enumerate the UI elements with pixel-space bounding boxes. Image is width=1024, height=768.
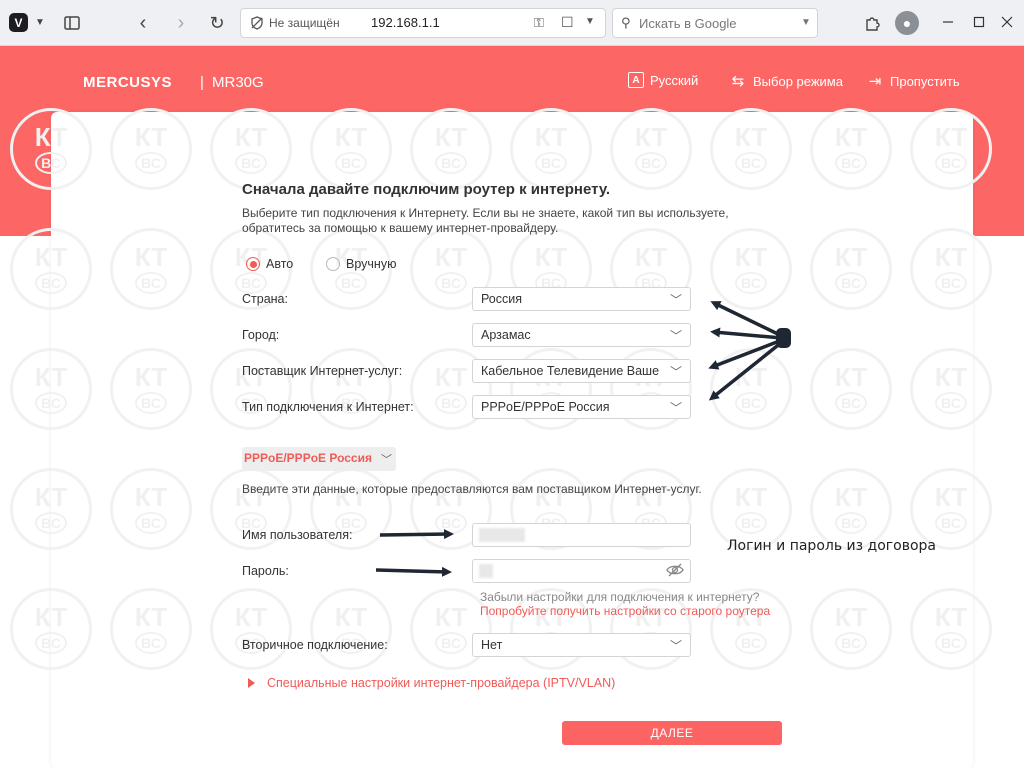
mode-select-link[interactable]: ⇆ Выбор режима — [729, 72, 843, 90]
profile-icon[interactable]: ● — [895, 11, 919, 35]
page-title: Сначала давайте подключим роутер к интер… — [242, 181, 611, 198]
password-label: Пароль: — [242, 564, 289, 578]
radio-auto-label: Авто — [266, 257, 294, 271]
secondary-select[interactable]: Нет ﹀ — [472, 633, 691, 657]
chevron-down-icon[interactable]: ▼ — [33, 12, 47, 32]
reload-icon[interactable]: ↻ — [206, 12, 228, 34]
exit-icon: ⇥ — [868, 73, 882, 90]
panel-icon[interactable] — [61, 12, 83, 34]
country-select[interactable]: Россия ﹀ — [472, 287, 691, 311]
shield-icon[interactable] — [249, 15, 265, 31]
isp-label: Поставщик Интернет-услуг: — [242, 364, 403, 378]
radio-manual-label: Вручную — [346, 257, 397, 271]
close-icon[interactable] — [998, 12, 1016, 32]
search-placeholder: Искать в Google — [639, 16, 737, 31]
city-value: Арзамас — [481, 328, 531, 342]
page-description: Выберите тип подключения к Интернету. Ес… — [242, 206, 729, 235]
swap-arrows-icon: ⇆ — [731, 73, 745, 90]
credentials-hint: Введите эти данные, которые предоставляю… — [242, 482, 702, 496]
password-field[interactable] — [472, 559, 691, 583]
extensions-icon[interactable] — [862, 12, 884, 34]
secondary-value: Нет — [481, 638, 503, 652]
chevron-down-icon: ﹀ — [669, 365, 682, 379]
triangle-right-icon — [248, 678, 255, 688]
chevron-down-icon[interactable]: ▼ — [801, 17, 811, 28]
maximize-icon[interactable] — [970, 12, 988, 32]
conn-type-badge-label: PPPoE/PPPoE Россия — [244, 451, 372, 465]
city-label: Город: — [242, 328, 280, 342]
key-icon[interactable]: ⚿ — [534, 15, 544, 31]
city-select[interactable]: Арзамас ﹀ — [472, 323, 691, 347]
isp-value: Кабельное Телевидение Ваше — [481, 364, 660, 378]
secondary-label: Вторичное подключение: — [242, 638, 388, 652]
conn-type-label: Тип подключения к Интернет: — [242, 400, 414, 414]
isp-select[interactable]: Кабельное Телевидение Ваше ﹀ — [472, 359, 691, 383]
forward-icon[interactable]: › — [170, 12, 192, 34]
redacted-username — [479, 528, 525, 542]
special-settings-link[interactable]: Специальные настройки интернет-провайдер… — [248, 676, 615, 690]
chevron-down-icon[interactable]: ▼ — [585, 16, 595, 27]
browser-toolbar: V ▼ ‹ › ↻ Не защищён 192.168.1.1 ⚿ ☐ ▼ ⚲… — [0, 0, 1024, 46]
language-link[interactable]: A Русский — [628, 72, 698, 88]
bookmark-icon[interactable]: ☐ — [561, 14, 574, 31]
conn-type-select[interactable]: PPPoE/PPPoE Россия ﹀ — [472, 395, 691, 419]
url-text[interactable]: 192.168.1.1 — [371, 15, 440, 30]
chevron-down-icon: ﹀ — [380, 454, 392, 466]
skip-link[interactable]: ⇥ Пропустить — [866, 72, 960, 90]
annotation-caption: Логин и пароль из договора — [727, 538, 936, 554]
radio-selected-icon[interactable] — [246, 257, 260, 271]
back-icon[interactable]: ‹ — [132, 12, 154, 34]
chevron-down-icon: ﹀ — [669, 293, 682, 307]
username-field[interactable] — [472, 523, 691, 547]
radio-auto[interactable]: Авто — [246, 257, 293, 271]
brand-logo: MERCUSYS — [83, 74, 173, 91]
forgot-settings-text: Забыли настройки для подключения к интер… — [480, 590, 760, 604]
conn-type-badge[interactable]: PPPoE/PPPoE Россия ﹀ — [242, 447, 396, 471]
next-button[interactable]: ДАЛЕЕ — [562, 721, 782, 745]
radio-unselected-icon[interactable] — [326, 257, 340, 271]
conn-type-value: PPPoE/PPPoE Россия — [481, 400, 610, 414]
chevron-down-icon: ﹀ — [669, 401, 682, 415]
language-label: Русский — [650, 72, 699, 88]
redacted-password — [479, 564, 493, 578]
minimize-icon[interactable] — [939, 12, 957, 32]
model-name: MR30G — [212, 74, 264, 91]
try-old-router-link[interactable]: Попробуйте получить настройки со старого… — [480, 604, 770, 618]
country-label: Страна: — [242, 292, 288, 306]
special-settings-label: Специальные настройки интернет-провайдер… — [267, 676, 616, 690]
username-label: Имя пользователя: — [242, 528, 353, 542]
chevron-down-icon: ﹀ — [669, 329, 682, 343]
mode-select-label: Выбор режима — [753, 73, 843, 89]
brand-separator: | — [200, 74, 204, 91]
search-icon: ⚲ — [621, 15, 631, 30]
chevron-down-icon: ﹀ — [669, 639, 682, 653]
language-icon: A — [628, 72, 644, 88]
radio-manual[interactable]: Вручную — [326, 257, 396, 271]
eye-off-icon[interactable] — [666, 563, 684, 580]
not-secure-label[interactable]: Не защищён — [269, 16, 340, 30]
search-box[interactable]: ⚲ Искать в Google ▼ — [612, 8, 818, 38]
country-value: Россия — [481, 292, 522, 306]
skip-label: Пропустить — [890, 73, 960, 89]
address-bar[interactable]: Не защищён 192.168.1.1 ⚿ ☐ ▼ — [240, 8, 606, 38]
vivaldi-icon[interactable]: V — [9, 13, 28, 32]
